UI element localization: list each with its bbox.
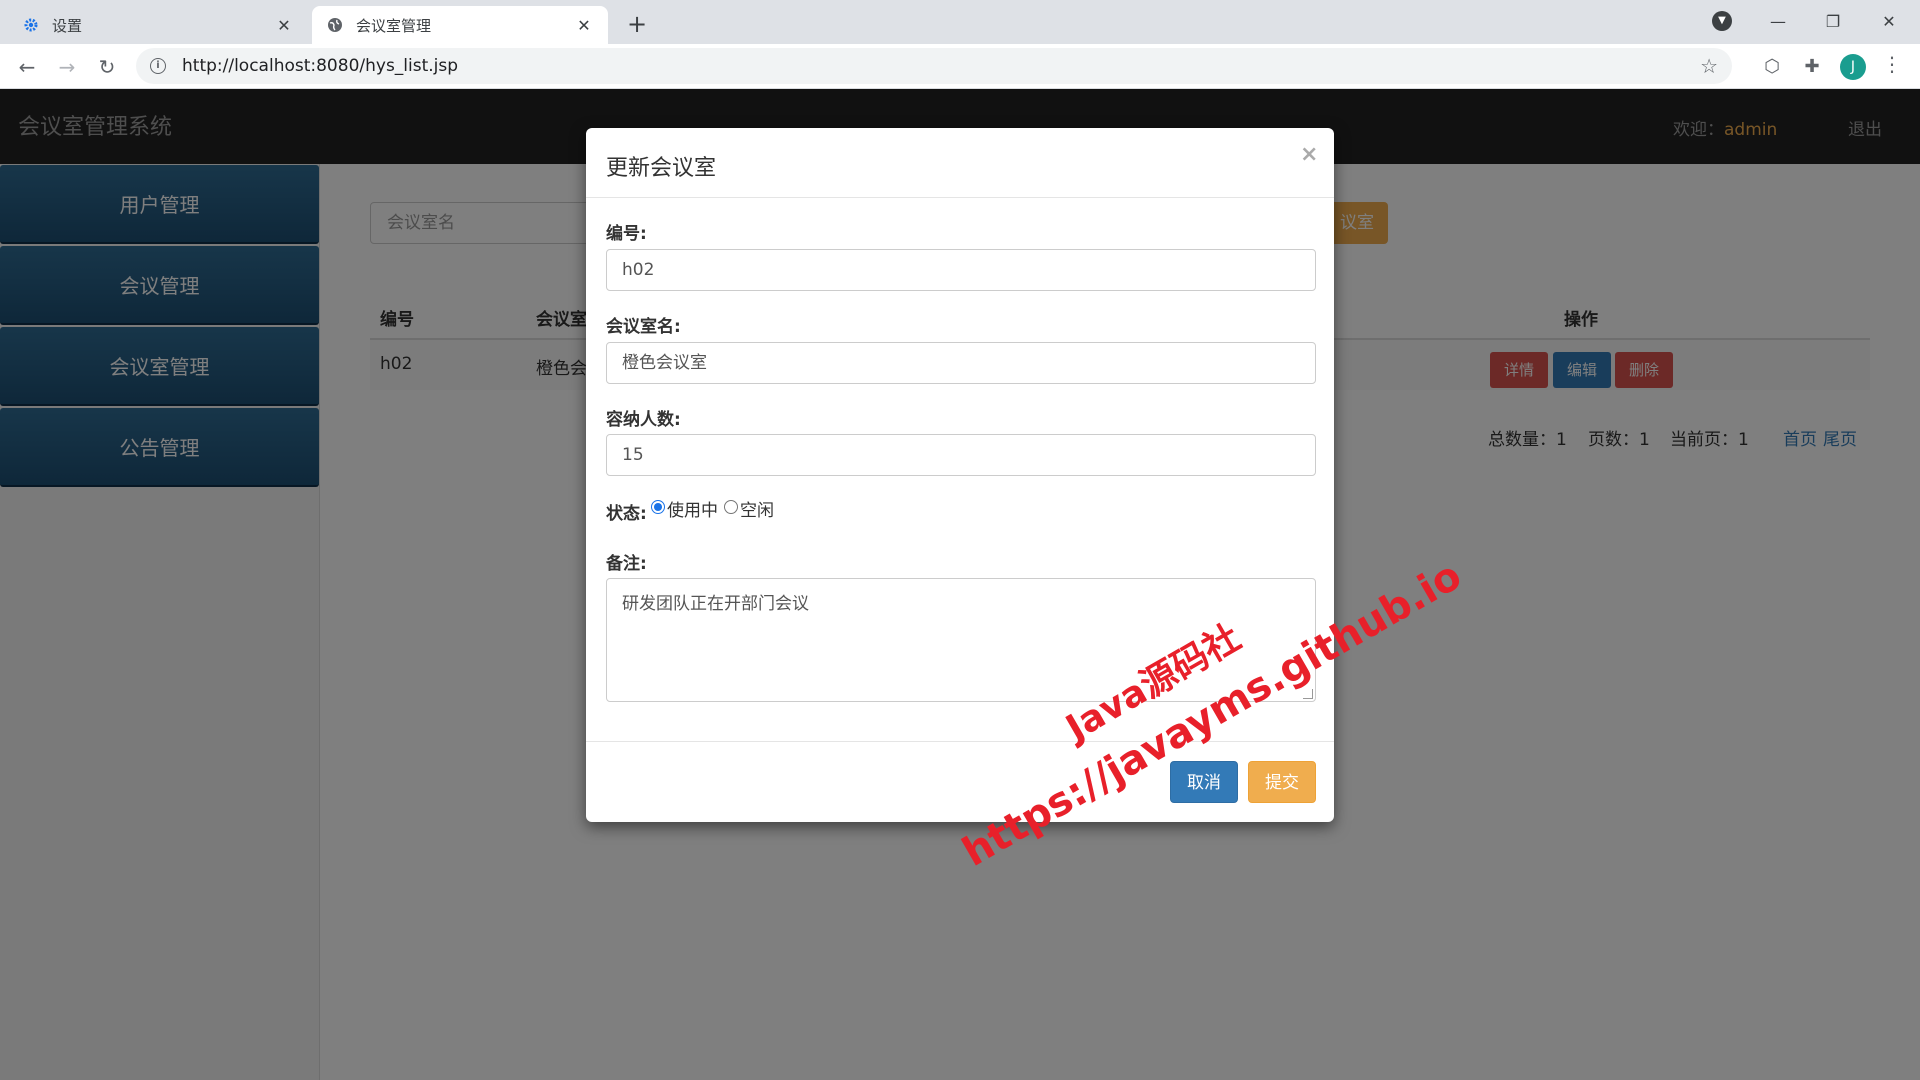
- browser-toolbar: ← → ↻ i http://localhost:8080/hys_list.j…: [0, 44, 1920, 89]
- close-tab-icon[interactable]: ✕: [274, 16, 294, 35]
- new-tab-button[interactable]: +: [622, 9, 652, 39]
- status-in-use-radio[interactable]: [651, 500, 665, 514]
- minimize-icon[interactable]: —: [1763, 8, 1793, 36]
- tab-label: 设置: [52, 16, 83, 35]
- modal-title: 更新会议室: [606, 156, 717, 181]
- tab-meeting-room[interactable]: 会议室管理 ✕: [312, 6, 608, 44]
- status-label: 状态:: [606, 504, 647, 524]
- modal-footer-divider: [586, 741, 1334, 742]
- status-free-label[interactable]: 空闲: [740, 496, 774, 521]
- status-free-radio[interactable]: [724, 500, 738, 514]
- puzzle-icon[interactable]: ✚: [1799, 54, 1825, 80]
- gear-icon: [22, 16, 40, 34]
- status-in-use-label[interactable]: 使用中: [667, 496, 718, 521]
- globe-icon: [326, 16, 344, 34]
- extension-icon[interactable]: ⬡: [1759, 54, 1785, 80]
- close-window-icon[interactable]: ✕: [1874, 8, 1904, 36]
- close-icon[interactable]: ×: [1300, 142, 1318, 167]
- capacity-label: 容纳人数:: [606, 410, 681, 430]
- profile-avatar[interactable]: J: [1840, 54, 1866, 80]
- restore-icon[interactable]: ❐: [1818, 8, 1848, 36]
- note-label: 备注:: [606, 554, 647, 574]
- browser-tab-strip: 设置 ✕ 会议室管理 ✕ + ▼ — ❐ ✕: [0, 0, 1920, 44]
- tab-settings[interactable]: 设置 ✕: [8, 6, 308, 44]
- submit-button[interactable]: 提交: [1248, 761, 1316, 803]
- resize-handle-icon[interactable]: [1303, 689, 1313, 699]
- tab-label: 会议室管理: [356, 16, 432, 35]
- cancel-button[interactable]: 取消: [1170, 761, 1238, 803]
- id-label: 编号:: [606, 224, 647, 244]
- capacity-field[interactable]: 15: [606, 434, 1316, 476]
- name-label: 会议室名:: [606, 317, 681, 337]
- back-icon[interactable]: ←: [12, 52, 42, 82]
- reload-icon[interactable]: ↻: [92, 52, 122, 82]
- info-icon[interactable]: i: [150, 58, 166, 74]
- forward-icon[interactable]: →: [52, 52, 82, 82]
- url-text: http://localhost:8080/hys_list.jsp: [182, 56, 459, 76]
- room-id-field[interactable]: h02: [606, 249, 1316, 291]
- room-name-field[interactable]: 橙色会议室: [606, 342, 1316, 384]
- note-text: 研发团队正在开部门会议: [622, 594, 809, 614]
- tab-search-icon[interactable]: ▼: [1712, 11, 1732, 31]
- modal-header: 更新会议室 ×: [586, 128, 1334, 198]
- bookmark-star-icon[interactable]: ☆: [1700, 54, 1718, 78]
- close-tab-icon[interactable]: ✕: [574, 16, 594, 35]
- address-bar[interactable]: i http://localhost:8080/hys_list.jsp ☆: [136, 48, 1732, 84]
- more-menu-icon[interactable]: ⋮: [1882, 52, 1902, 76]
